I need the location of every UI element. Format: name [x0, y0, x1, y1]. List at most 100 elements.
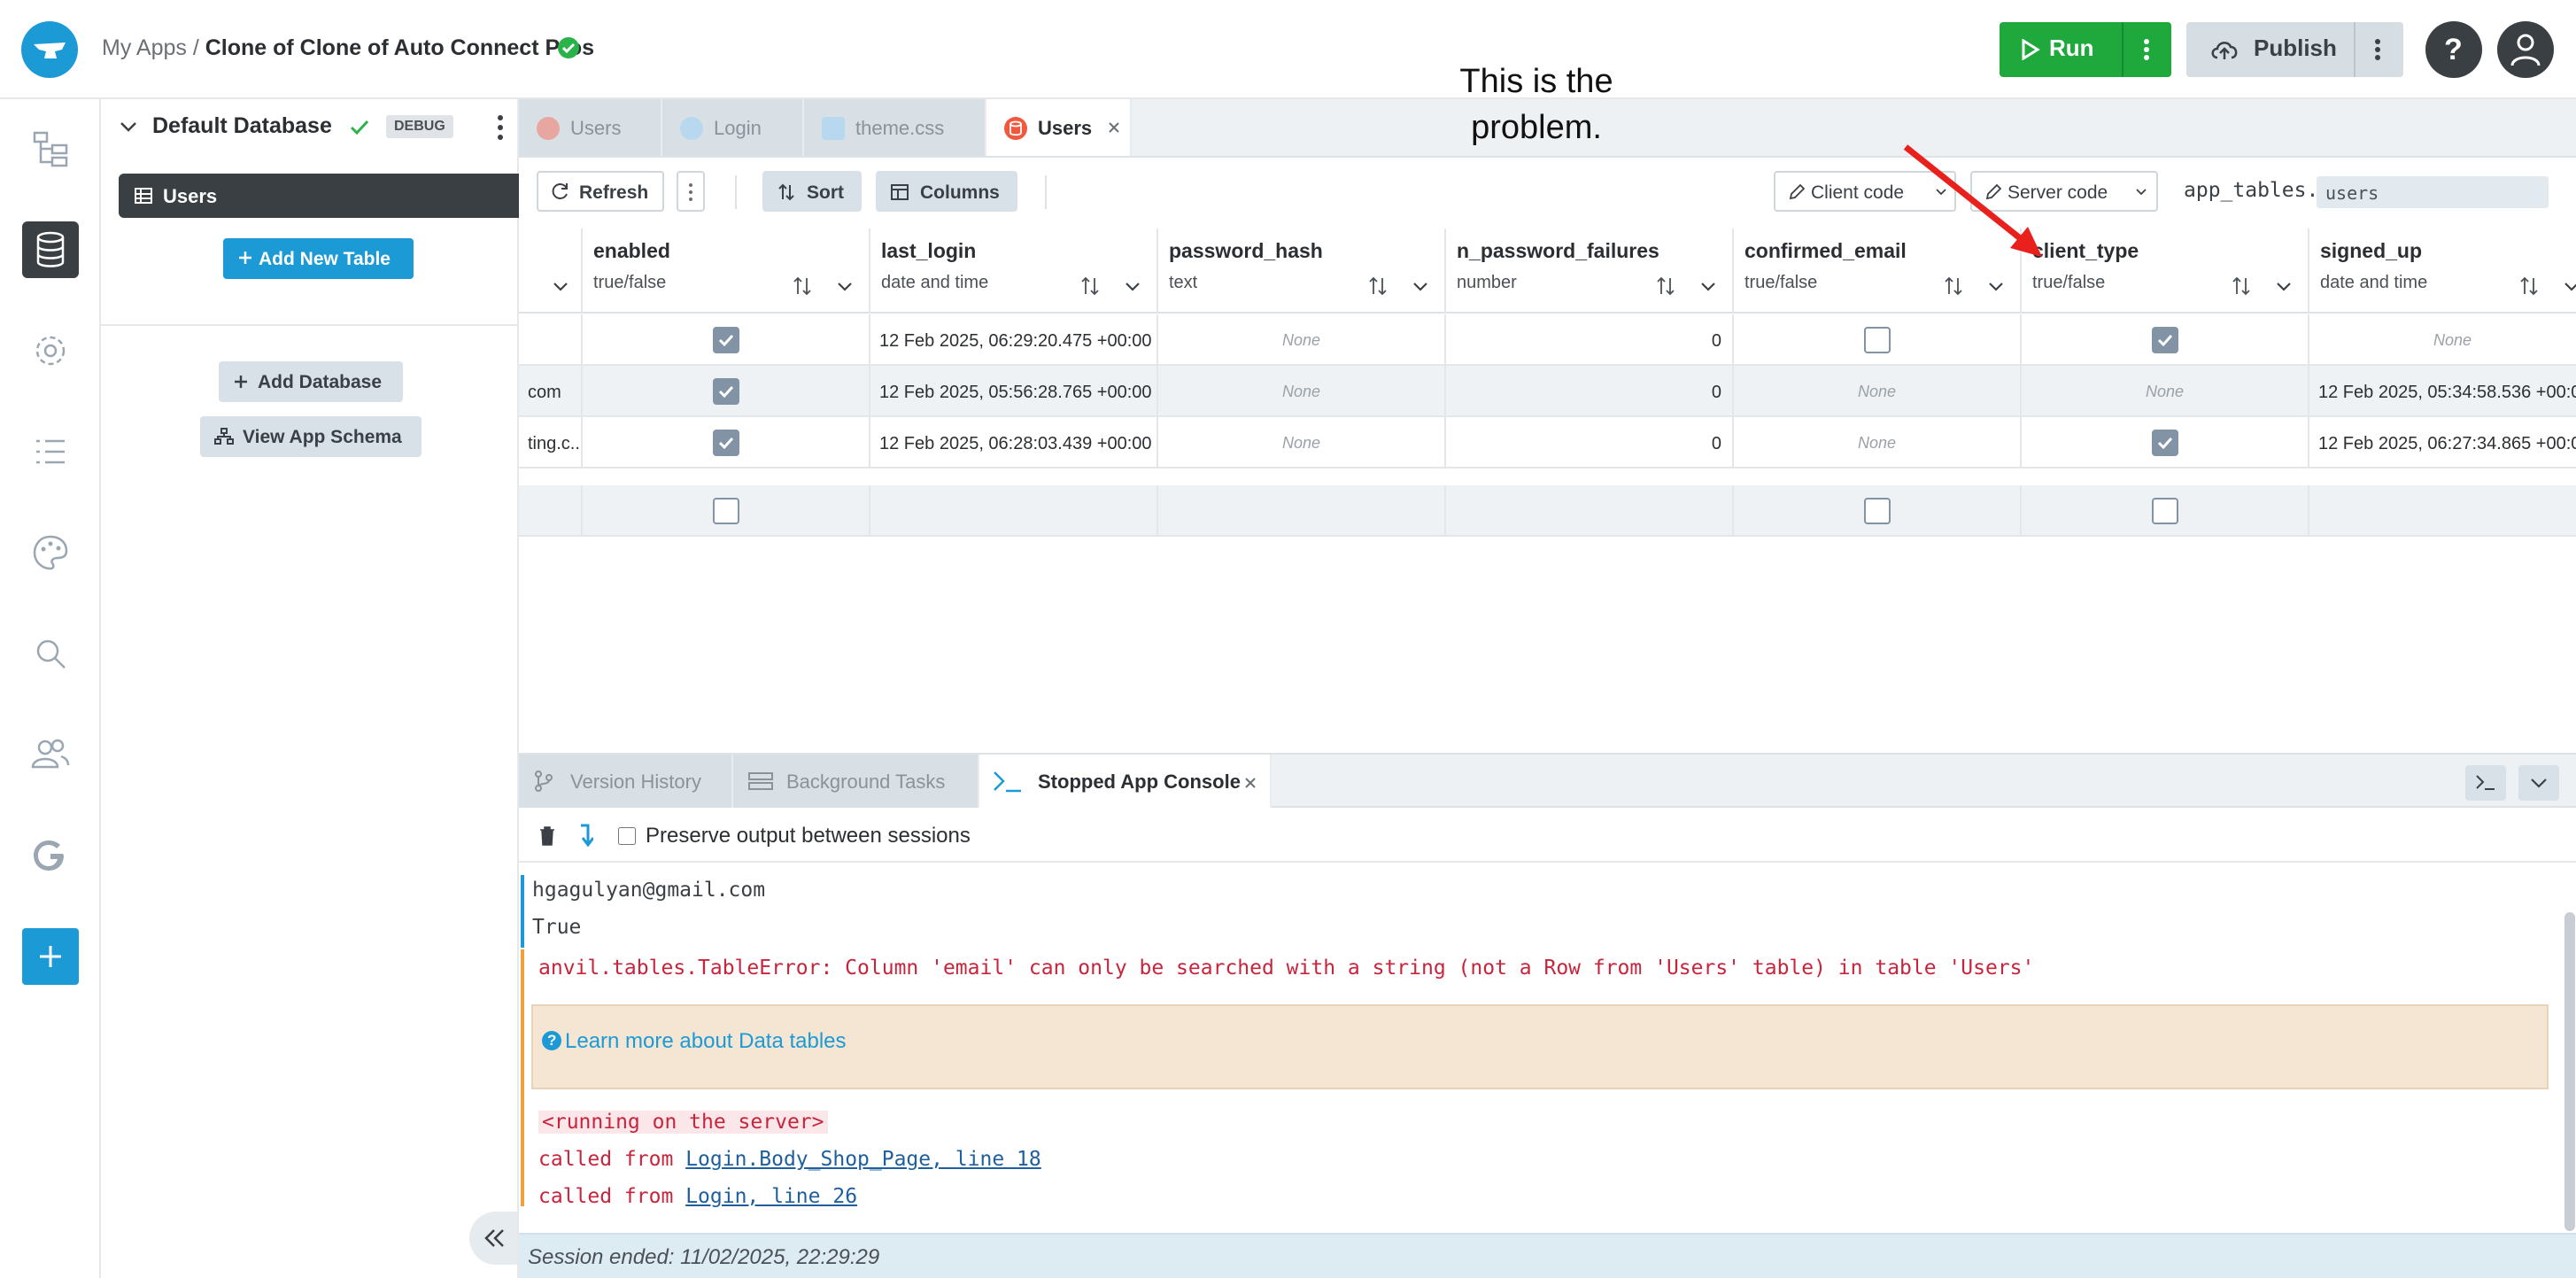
close-icon[interactable]: [1107, 120, 1121, 135]
publish-button[interactable]: Publish: [2186, 22, 2403, 77]
learn-more-link[interactable]: Learn more about Data tables: [565, 1029, 847, 1054]
list-icon[interactable]: [22, 423, 79, 480]
anvil-logo-icon[interactable]: [21, 21, 78, 78]
signed-up-cell[interactable]: [2309, 485, 2576, 536]
column-header[interactable]: client_type true/false: [2022, 228, 2309, 314]
column-header[interactable]: n_password_failures number: [1446, 228, 1734, 314]
preserve-output-checkbox[interactable]: [618, 827, 636, 845]
last-login-cell[interactable]: [870, 485, 1158, 536]
email-cell[interactable]: [519, 485, 583, 536]
search-icon[interactable]: [22, 625, 79, 682]
enabled-cell[interactable]: [583, 417, 870, 468]
email-cell[interactable]: ting.c...: [519, 417, 583, 468]
checkbox-unchecked[interactable]: [1863, 327, 1891, 353]
table-row[interactable]: com 12 Feb 2025, 05:56:28.765 +00:00 Non…: [519, 366, 2576, 417]
column-header-email-partial[interactable]: [519, 228, 583, 314]
users-service-icon[interactable]: [22, 726, 79, 783]
email-cell[interactable]: [519, 314, 583, 365]
confirmed-email-cell[interactable]: None: [1734, 366, 2022, 416]
tab-background-tasks[interactable]: Background Tasks: [733, 755, 979, 808]
chevron-down-icon[interactable]: [835, 276, 855, 296]
checkbox-unchecked[interactable]: [2151, 498, 2178, 524]
collapse-panel-button[interactable]: [469, 1212, 517, 1265]
add-database-button[interactable]: Add Database: [219, 361, 403, 402]
account-button[interactable]: [2497, 21, 2554, 78]
password-hash-cell[interactable]: [1158, 485, 1446, 536]
checkbox-unchecked[interactable]: [1863, 498, 1891, 524]
traceback-link[interactable]: Login.Body_Shop_Page, line 18: [685, 1148, 1041, 1171]
password-hash-cell[interactable]: None: [1158, 417, 1446, 468]
tab-users-table[interactable]: Users: [986, 99, 1132, 156]
password-hash-cell[interactable]: None: [1158, 366, 1446, 416]
tab-login-form[interactable]: Login: [662, 99, 804, 156]
n-password-failures-cell[interactable]: 0: [1446, 366, 1734, 416]
grid-menu-button[interactable]: [677, 171, 705, 212]
signed-up-cell[interactable]: 12 Feb 2025, 05:34:58.536 +00:00: [2309, 366, 2576, 416]
tab-version-history[interactable]: Version History: [519, 755, 733, 808]
tab-users-service[interactable]: Users: [519, 99, 662, 156]
column-header[interactable]: signed_up date and time: [2309, 228, 2576, 314]
refresh-button[interactable]: Refresh: [537, 171, 664, 212]
signed-up-cell[interactable]: None: [2309, 314, 2576, 365]
last-login-cell[interactable]: 12 Feb 2025, 05:56:28.765 +00:00: [870, 366, 1158, 416]
n-password-failures-cell[interactable]: [1446, 485, 1734, 536]
my-apps-link[interactable]: My Apps: [102, 35, 187, 60]
column-header[interactable]: password_hash text: [1158, 228, 1446, 314]
enabled-cell[interactable]: [583, 485, 870, 536]
data-tables-icon[interactable]: [22, 221, 79, 278]
confirmed-email-cell[interactable]: [1734, 485, 2022, 536]
new-row[interactable]: [519, 485, 2576, 537]
add-service-icon[interactable]: [22, 928, 79, 985]
client-type-cell[interactable]: [2022, 314, 2309, 365]
password-hash-cell[interactable]: None: [1158, 314, 1446, 365]
enabled-cell[interactable]: [583, 314, 870, 365]
checkbox-checked[interactable]: [712, 327, 739, 353]
checkbox-checked[interactable]: [712, 378, 739, 405]
run-menu-icon[interactable]: [2141, 38, 2152, 61]
sort-icon[interactable]: [2230, 275, 2253, 298]
table-item-users[interactable]: Users: [119, 174, 519, 218]
client-type-cell[interactable]: None: [2022, 366, 2309, 416]
checkbox-checked[interactable]: [2151, 430, 2178, 456]
app-tables-name-input[interactable]: users: [2317, 176, 2549, 208]
confirmed-email-cell[interactable]: [1734, 314, 2022, 365]
chevron-down-icon[interactable]: [119, 117, 138, 136]
chevron-down-icon[interactable]: [1411, 276, 1430, 296]
database-menu-icon[interactable]: [496, 113, 505, 142]
chevron-down-icon[interactable]: [551, 276, 570, 296]
close-icon[interactable]: [1243, 776, 1257, 790]
column-header[interactable]: enabled true/false: [583, 228, 870, 314]
checkbox-unchecked[interactable]: [712, 498, 739, 524]
trash-icon[interactable]: [538, 825, 556, 847]
chevron-down-icon[interactable]: [1986, 276, 2006, 296]
signed-up-cell[interactable]: 12 Feb 2025, 06:27:34.865 +00:00: [2309, 417, 2576, 468]
run-button[interactable]: Run: [2000, 22, 2171, 77]
sort-button[interactable]: Sort: [762, 171, 862, 212]
terminal-toggle-button[interactable]: [2465, 765, 2506, 801]
enabled-cell[interactable]: [583, 366, 870, 416]
sort-icon[interactable]: [1654, 275, 1677, 298]
client-type-cell[interactable]: [2022, 485, 2309, 536]
scroll-to-bottom-icon[interactable]: [577, 824, 593, 848]
last-login-cell[interactable]: 12 Feb 2025, 06:29:20.475 +00:00: [870, 314, 1158, 365]
columns-button[interactable]: Columns: [876, 171, 1017, 212]
publish-menu-icon[interactable]: [2372, 38, 2383, 61]
view-app-schema-button[interactable]: View App Schema: [200, 416, 422, 457]
settings-gear-icon[interactable]: [22, 322, 79, 379]
column-header[interactable]: last_login date and time: [870, 228, 1158, 314]
email-cell[interactable]: com: [519, 366, 583, 416]
google-service-icon[interactable]: [22, 827, 79, 884]
tab-theme-css[interactable]: theme.css: [804, 99, 986, 156]
table-row[interactable]: ting.c... 12 Feb 2025, 06:28:03.439 +00:…: [519, 417, 2576, 469]
sort-icon[interactable]: [791, 275, 814, 298]
n-password-failures-cell[interactable]: 0: [1446, 417, 1734, 468]
tab-stopped-app-console[interactable]: Stopped App Console: [979, 755, 1272, 808]
n-password-failures-cell[interactable]: 0: [1446, 314, 1734, 365]
sort-icon[interactable]: [1366, 275, 1389, 298]
console-scrollbar[interactable]: [2564, 912, 2575, 1231]
collapse-console-button[interactable]: [2518, 765, 2559, 801]
sort-icon[interactable]: [1942, 275, 1965, 298]
traceback-link[interactable]: Login, line 26: [685, 1185, 857, 1208]
theme-palette-icon[interactable]: [22, 524, 79, 581]
add-new-table-button[interactable]: Add New Table: [223, 238, 414, 279]
